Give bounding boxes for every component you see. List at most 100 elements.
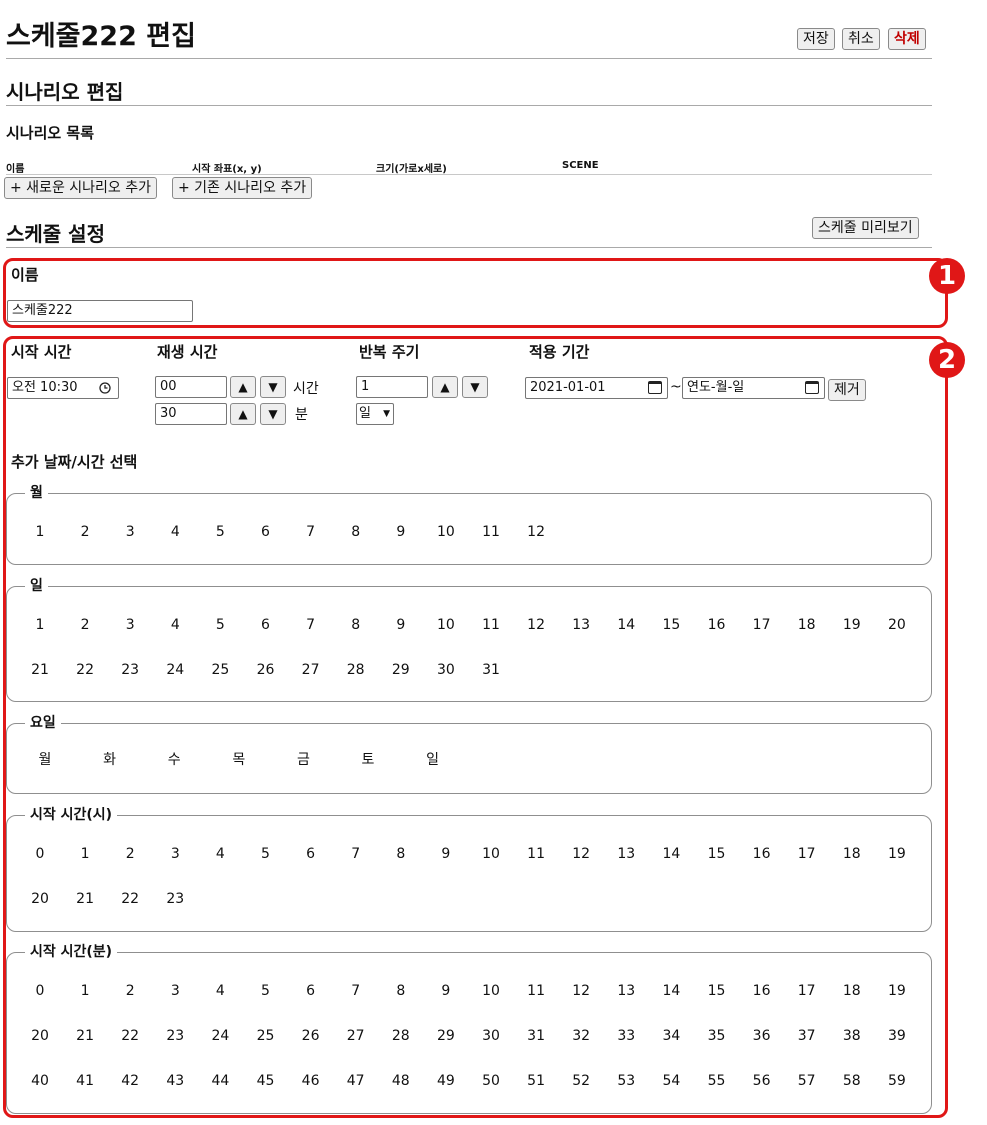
repeat-up-button[interactable]: ▲ xyxy=(432,376,458,398)
minute-option[interactable]: 21 xyxy=(65,1027,105,1045)
hours-up-button[interactable]: ▲ xyxy=(230,376,256,398)
remove-period-button[interactable]: 제거 xyxy=(828,379,866,401)
minute-option[interactable]: 45 xyxy=(246,1072,286,1090)
minute-option[interactable]: 53 xyxy=(606,1072,646,1090)
day-option[interactable]: 6 xyxy=(246,616,286,634)
minute-option[interactable]: 41 xyxy=(65,1072,105,1090)
minute-option[interactable]: 2 xyxy=(110,982,150,1000)
day-option[interactable]: 14 xyxy=(606,616,646,634)
hour-option[interactable]: 9 xyxy=(426,845,466,863)
minute-option[interactable]: 4 xyxy=(200,982,240,1000)
day-option[interactable]: 12 xyxy=(516,616,556,634)
hour-option[interactable]: 13 xyxy=(606,845,646,863)
day-option[interactable]: 5 xyxy=(200,616,240,634)
minute-option[interactable]: 23 xyxy=(155,1027,195,1045)
day-option[interactable]: 23 xyxy=(110,661,150,679)
minute-option[interactable]: 16 xyxy=(742,982,782,1000)
minute-option[interactable]: 29 xyxy=(426,1027,466,1045)
minutes-up-button[interactable]: ▲ xyxy=(230,403,256,425)
hour-option[interactable]: 4 xyxy=(200,845,240,863)
repeat-unit-select[interactable]: 일 ▼ xyxy=(356,403,394,425)
minute-option[interactable]: 42 xyxy=(110,1072,150,1090)
hour-option[interactable]: 3 xyxy=(155,845,195,863)
hour-option[interactable]: 7 xyxy=(336,845,376,863)
hour-option[interactable]: 22 xyxy=(110,890,150,908)
minute-option[interactable]: 5 xyxy=(246,982,286,1000)
day-option[interactable]: 7 xyxy=(291,616,331,634)
minute-option[interactable]: 50 xyxy=(471,1072,511,1090)
weekday-option[interactable]: 화 xyxy=(90,751,130,769)
minute-option[interactable]: 12 xyxy=(561,982,601,1000)
day-option[interactable]: 13 xyxy=(561,616,601,634)
month-option[interactable]: 8 xyxy=(336,523,376,541)
minute-option[interactable]: 38 xyxy=(832,1027,872,1045)
minute-option[interactable]: 8 xyxy=(381,982,421,1000)
month-option[interactable]: 11 xyxy=(471,523,511,541)
month-option[interactable]: 6 xyxy=(246,523,286,541)
minute-option[interactable]: 24 xyxy=(200,1027,240,1045)
minute-option[interactable]: 15 xyxy=(697,982,737,1000)
hour-option[interactable]: 8 xyxy=(381,845,421,863)
minute-option[interactable]: 17 xyxy=(787,982,827,1000)
play-minutes-input[interactable]: 30 xyxy=(155,403,227,425)
hour-option[interactable]: 10 xyxy=(471,845,511,863)
minute-option[interactable]: 57 xyxy=(787,1072,827,1090)
weekday-option[interactable]: 목 xyxy=(219,751,259,769)
minute-option[interactable]: 49 xyxy=(426,1072,466,1090)
day-option[interactable]: 31 xyxy=(471,661,511,679)
minutes-down-button[interactable]: ▼ xyxy=(260,403,286,425)
minute-option[interactable]: 37 xyxy=(787,1027,827,1045)
minute-option[interactable]: 31 xyxy=(516,1027,556,1045)
minute-option[interactable]: 56 xyxy=(742,1072,782,1090)
minute-option[interactable]: 0 xyxy=(20,982,60,1000)
delete-button[interactable]: 삭제 xyxy=(888,28,926,50)
weekday-option[interactable]: 월 xyxy=(25,751,65,769)
month-option[interactable]: 7 xyxy=(291,523,331,541)
month-option[interactable]: 2 xyxy=(65,523,105,541)
weekday-option[interactable]: 수 xyxy=(154,751,194,769)
hour-option[interactable]: 17 xyxy=(787,845,827,863)
day-option[interactable]: 28 xyxy=(336,661,376,679)
hour-option[interactable]: 2 xyxy=(110,845,150,863)
hour-option[interactable]: 1 xyxy=(65,845,105,863)
month-option[interactable]: 12 xyxy=(516,523,556,541)
minute-option[interactable]: 20 xyxy=(20,1027,60,1045)
minute-option[interactable]: 3 xyxy=(155,982,195,1000)
hour-option[interactable]: 23 xyxy=(155,890,195,908)
hour-option[interactable]: 6 xyxy=(291,845,331,863)
minute-option[interactable]: 33 xyxy=(606,1027,646,1045)
schedule-name-input[interactable]: 스케줄222 xyxy=(7,300,193,322)
play-hours-input[interactable]: 00 xyxy=(155,376,227,398)
day-option[interactable]: 10 xyxy=(426,616,466,634)
weekday-option[interactable]: 일 xyxy=(413,751,453,769)
minute-option[interactable]: 51 xyxy=(516,1072,556,1090)
period-end-input[interactable]: 연도-월-일 xyxy=(682,377,825,399)
day-option[interactable]: 11 xyxy=(471,616,511,634)
day-option[interactable]: 19 xyxy=(832,616,872,634)
period-start-input[interactable]: 2021-01-01 xyxy=(525,377,668,399)
add-new-scenario-button[interactable]: + 새로운 시나리오 추가 xyxy=(4,177,158,199)
minute-option[interactable]: 58 xyxy=(832,1072,872,1090)
day-option[interactable]: 25 xyxy=(200,661,240,679)
month-option[interactable]: 4 xyxy=(155,523,195,541)
minute-option[interactable]: 28 xyxy=(381,1027,421,1045)
minute-option[interactable]: 54 xyxy=(651,1072,691,1090)
minute-option[interactable]: 25 xyxy=(246,1027,286,1045)
day-option[interactable]: 4 xyxy=(155,616,195,634)
day-option[interactable]: 15 xyxy=(651,616,691,634)
minute-option[interactable]: 7 xyxy=(336,982,376,1000)
save-button[interactable]: 저장 xyxy=(797,28,835,50)
day-option[interactable]: 24 xyxy=(155,661,195,679)
minute-option[interactable]: 44 xyxy=(200,1072,240,1090)
minute-option[interactable]: 43 xyxy=(155,1072,195,1090)
day-option[interactable]: 2 xyxy=(65,616,105,634)
hour-option[interactable]: 18 xyxy=(832,845,872,863)
minute-option[interactable]: 59 xyxy=(877,1072,917,1090)
repeat-down-button[interactable]: ▼ xyxy=(462,376,488,398)
add-existing-scenario-button[interactable]: + 기존 시나리오 추가 xyxy=(172,177,313,199)
minute-option[interactable]: 26 xyxy=(291,1027,331,1045)
minute-option[interactable]: 9 xyxy=(426,982,466,1000)
hours-down-button[interactable]: ▼ xyxy=(260,376,286,398)
day-option[interactable]: 21 xyxy=(20,661,60,679)
minute-option[interactable]: 46 xyxy=(291,1072,331,1090)
